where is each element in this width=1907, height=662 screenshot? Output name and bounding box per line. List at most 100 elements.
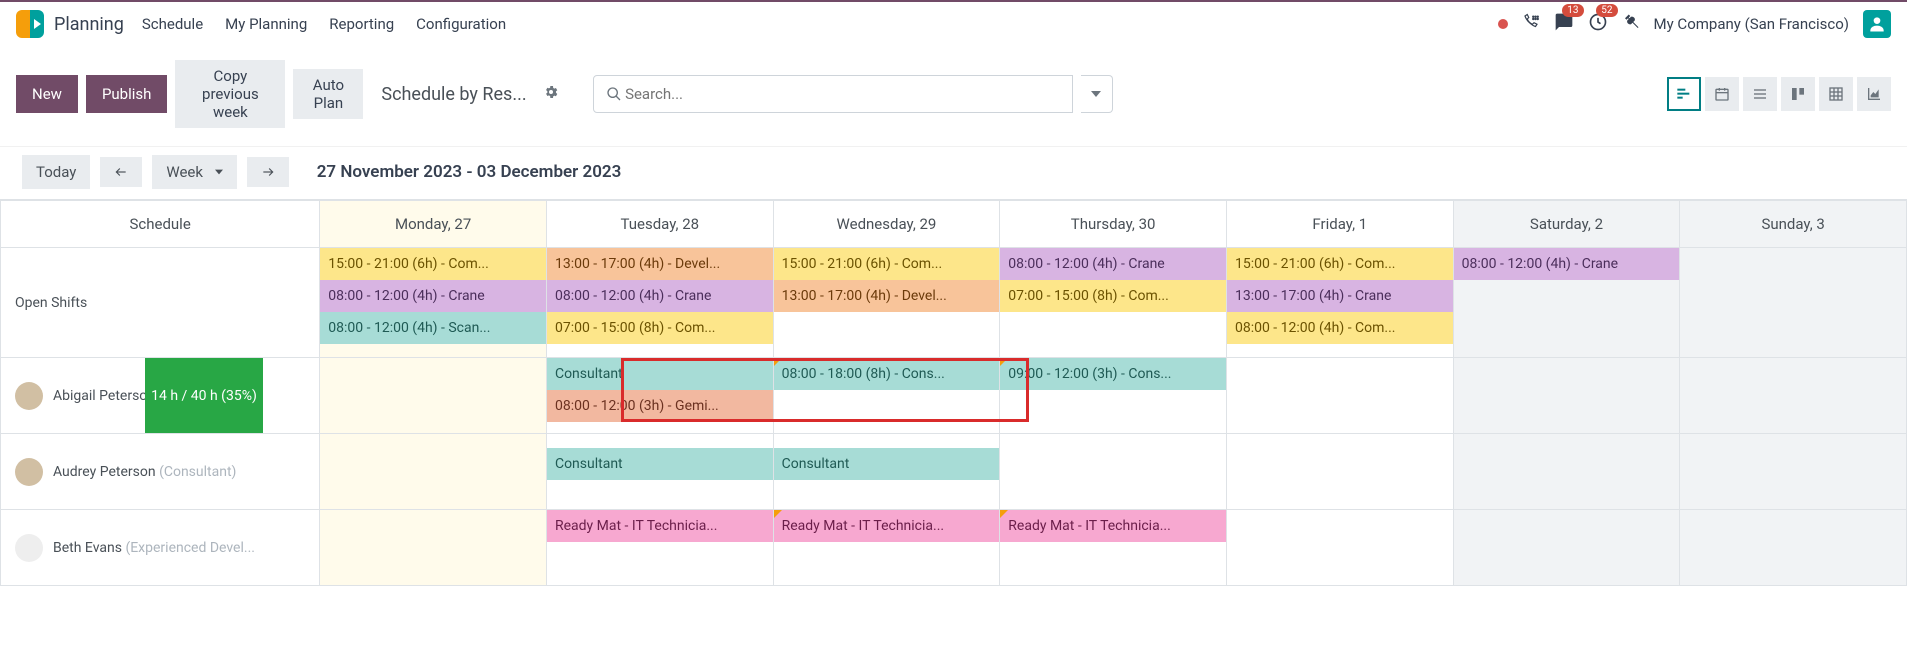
search-options-toggle[interactable] — [1081, 75, 1113, 113]
view-kanban-button[interactable] — [1781, 77, 1815, 111]
shift-pill[interactable]: Ready Mat - IT Technicia... — [1000, 510, 1226, 542]
cell[interactable]: Consultant — [546, 434, 773, 510]
row-label-open[interactable]: Open Shifts — [1, 248, 320, 358]
activities-icon[interactable]: 52 — [1588, 12, 1608, 37]
scale-select[interactable]: Week — [152, 155, 236, 189]
shift-pill[interactable]: 08:00 - 12:00 (4h) - Crane — [1000, 248, 1226, 280]
shift-pill[interactable]: 15:00 - 21:00 (6h) - Com... — [774, 248, 1000, 280]
publish-button[interactable]: Publish — [86, 75, 167, 113]
view-switcher — [1667, 77, 1891, 111]
header-day-mon[interactable]: Monday, 27 — [320, 201, 547, 248]
shift-pill[interactable]: 08:00 - 12:00 (3h) - Gemi... — [547, 390, 773, 422]
cell[interactable] — [1226, 358, 1453, 434]
shift-pill[interactable]: Consultant — [547, 358, 773, 390]
cell[interactable]: 09:00 - 12:00 (3h) - Cons... — [1000, 358, 1227, 434]
cell[interactable]: Ready Mat - IT Technicia... — [773, 510, 1000, 586]
app-name[interactable]: Planning — [54, 14, 124, 35]
header-day-thu[interactable]: Thursday, 30 — [1000, 201, 1227, 248]
search-box[interactable] — [593, 75, 1073, 113]
menu-reporting[interactable]: Reporting — [329, 15, 394, 33]
cell[interactable] — [1453, 358, 1680, 434]
header-day-wed[interactable]: Wednesday, 29 — [773, 201, 1000, 248]
user-avatar[interactable] — [1863, 10, 1891, 38]
shift-pill[interactable]: 08:00 - 18:00 (8h) - Cons... — [774, 358, 1000, 390]
auto-plan-button[interactable]: Auto Plan — [293, 69, 363, 119]
messages-icon[interactable]: 13 — [1554, 12, 1574, 37]
company-selector[interactable]: My Company (San Francisco) — [1654, 15, 1849, 33]
cell[interactable]: Ready Mat - IT Technicia... — [1000, 510, 1227, 586]
view-graph-button[interactable] — [1857, 77, 1891, 111]
row-label-abigail[interactable]: Abigail Peterso 14 h / 40 h (35%) — [1, 358, 320, 434]
shift-pill[interactable]: 13:00 - 17:00 (4h) - Crane — [1227, 280, 1453, 312]
shift-pill[interactable]: Consultant — [774, 448, 1000, 480]
shift-pill[interactable]: 15:00 - 21:00 (6h) - Com... — [1227, 248, 1453, 280]
shift-pill[interactable]: 08:00 - 12:00 (4h) - Crane — [1454, 248, 1680, 280]
cell[interactable]: 13:00 - 17:00 (4h) - Devel... 08:00 - 12… — [546, 248, 773, 358]
shift-pill[interactable]: 09:00 - 12:00 (3h) - Cons... — [1000, 358, 1226, 390]
row-label-audrey[interactable]: Audrey Peterson (Consultant) — [1, 434, 320, 510]
shift-pill[interactable]: 08:00 - 12:00 (4h) - Scan... — [320, 312, 546, 344]
shift-pill[interactable]: 08:00 - 12:00 (4h) - Crane — [320, 280, 546, 312]
cell[interactable] — [320, 510, 547, 586]
shift-pill[interactable]: Ready Mat - IT Technicia... — [547, 510, 773, 542]
shift-pill[interactable]: 15:00 - 21:00 (6h) - Com... — [320, 248, 546, 280]
shift-pill[interactable]: 07:00 - 15:00 (8h) - Com... — [547, 312, 773, 344]
view-gantt-button[interactable] — [1667, 77, 1701, 111]
search-icon — [606, 86, 622, 102]
copy-previous-week-button[interactable]: Copy previous week — [175, 60, 285, 128]
header-day-tue[interactable]: Tuesday, 28 — [546, 201, 773, 248]
view-pivot-button[interactable] — [1819, 77, 1853, 111]
shift-pill[interactable]: Ready Mat - IT Technicia... — [774, 510, 1000, 542]
prev-button[interactable] — [100, 157, 142, 187]
tools-icon[interactable] — [1622, 13, 1640, 36]
cell[interactable] — [1680, 434, 1907, 510]
cell[interactable] — [1226, 434, 1453, 510]
app-logo[interactable] — [16, 10, 44, 38]
progress-chip[interactable]: 14 h / 40 h (35%) — [145, 358, 263, 433]
employee-name: Abigail Peterso — [53, 388, 147, 404]
row-label-beth[interactable]: Beth Evans (Experienced Devel... — [1, 510, 320, 586]
next-button[interactable] — [247, 157, 289, 187]
cell[interactable]: 08:00 - 12:00 (4h) - Crane — [1453, 248, 1680, 358]
employee-name: Beth Evans — [53, 540, 122, 556]
cell[interactable]: 15:00 - 21:00 (6h) - Com... 08:00 - 12:0… — [320, 248, 547, 358]
cell[interactable]: Consultant 08:00 - 12:00 (3h) - Gemi... — [546, 358, 773, 434]
view-calendar-button[interactable] — [1705, 77, 1739, 111]
header-day-fri[interactable]: Friday, 1 — [1226, 201, 1453, 248]
menu-configuration[interactable]: Configuration — [416, 15, 506, 33]
cell[interactable] — [1453, 434, 1680, 510]
cell[interactable] — [1000, 434, 1227, 510]
gear-icon[interactable] — [543, 84, 559, 104]
cell[interactable] — [320, 434, 547, 510]
cell[interactable] — [1680, 248, 1907, 358]
cell[interactable]: Consultant — [773, 434, 1000, 510]
arrow-left-icon — [114, 165, 128, 179]
cell[interactable] — [1453, 510, 1680, 586]
menu-schedule[interactable]: Schedule — [142, 15, 203, 33]
search-input[interactable] — [625, 85, 1060, 103]
view-list-button[interactable] — [1743, 77, 1777, 111]
cell[interactable] — [1226, 510, 1453, 586]
cell[interactable] — [1680, 510, 1907, 586]
header-day-sun[interactable]: Sunday, 3 — [1680, 201, 1907, 248]
cell[interactable]: 08:00 - 18:00 (8h) - Cons... — [773, 358, 1000, 434]
shift-pill[interactable]: 13:00 - 17:00 (4h) - Devel... — [547, 248, 773, 280]
header-day-sat[interactable]: Saturday, 2 — [1453, 201, 1680, 248]
today-button[interactable]: Today — [22, 155, 90, 189]
cell[interactable]: 15:00 - 21:00 (6h) - Com... 13:00 - 17:0… — [773, 248, 1000, 358]
new-button[interactable]: New — [16, 75, 78, 113]
date-controls: Today Week 27 November 2023 - 03 Decembe… — [0, 146, 1907, 199]
shift-pill[interactable]: 13:00 - 17:00 (4h) - Devel... — [774, 280, 1000, 312]
menu-my-planning[interactable]: My Planning — [225, 15, 307, 33]
shift-pill[interactable]: 08:00 - 12:00 (4h) - Crane — [547, 280, 773, 312]
shift-pill[interactable]: Consultant — [547, 448, 773, 480]
corner-icon — [1000, 358, 1008, 366]
dialpad-icon[interactable] — [1522, 13, 1540, 36]
shift-pill[interactable]: 07:00 - 15:00 (8h) - Com... — [1000, 280, 1226, 312]
cell[interactable] — [1680, 358, 1907, 434]
cell[interactable]: 15:00 - 21:00 (6h) - Com... 13:00 - 17:0… — [1226, 248, 1453, 358]
cell[interactable] — [320, 358, 547, 434]
cell[interactable]: Ready Mat - IT Technicia... — [546, 510, 773, 586]
shift-pill[interactable]: 08:00 - 12:00 (4h) - Com... — [1227, 312, 1453, 344]
cell[interactable]: 08:00 - 12:00 (4h) - Crane 07:00 - 15:00… — [1000, 248, 1227, 358]
